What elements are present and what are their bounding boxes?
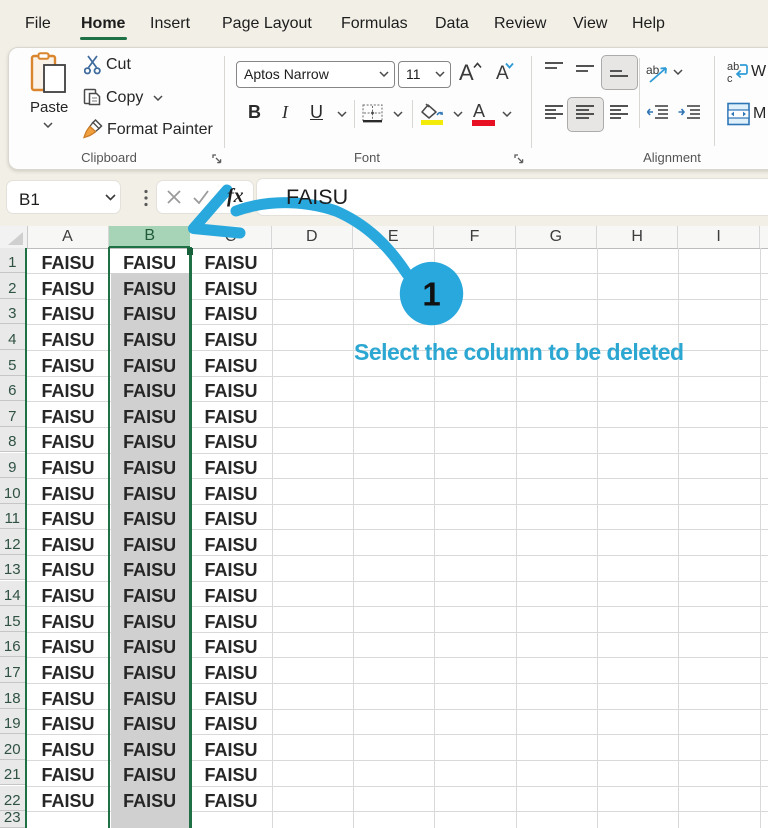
svg-text:1: 1 <box>422 276 440 313</box>
